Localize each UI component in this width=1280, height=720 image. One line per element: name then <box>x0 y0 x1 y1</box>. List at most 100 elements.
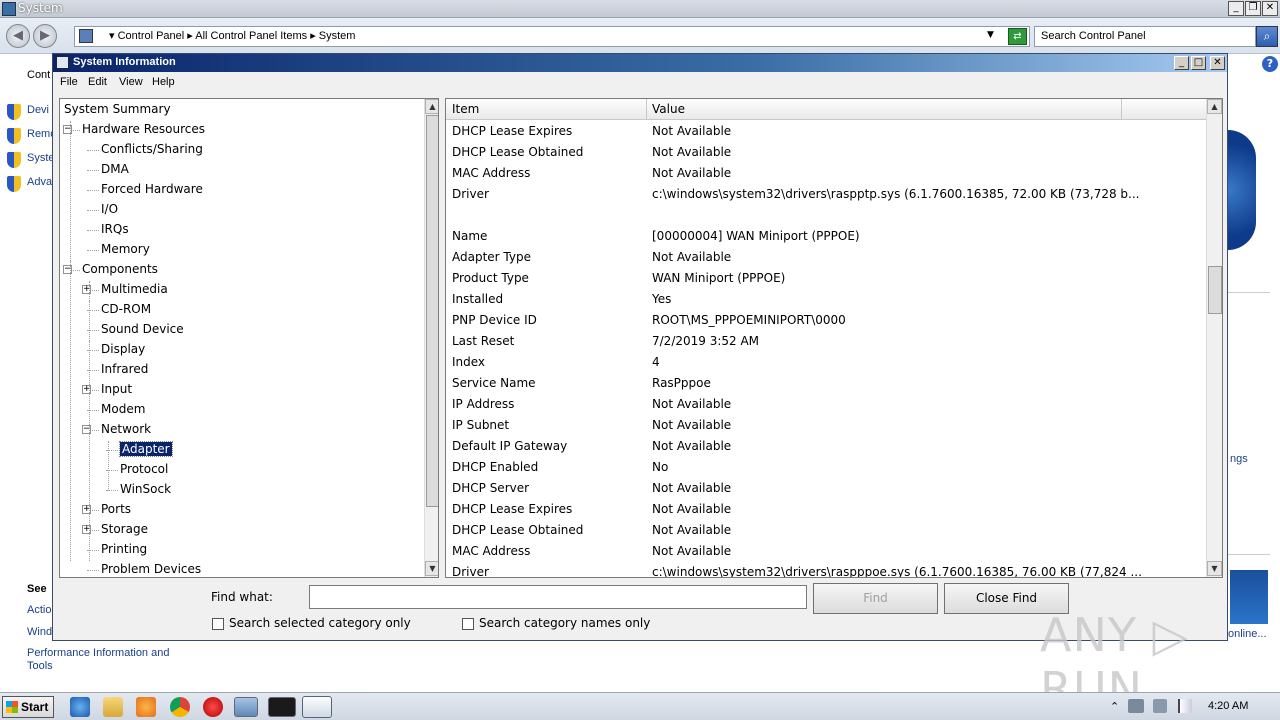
scroll-up-arrow-icon[interactable]: ▲ <box>1207 99 1222 114</box>
list-row[interactable]: MAC Address Not Available <box>452 166 731 180</box>
show-hidden-icons-icon[interactable]: ⌃ <box>1110 700 1119 713</box>
media-player-icon[interactable] <box>136 697 156 717</box>
action-center-flag-icon[interactable] <box>1178 699 1192 713</box>
tree-item-system-summary[interactable]: System Summary <box>64 102 171 116</box>
list-scroll-thumb[interactable] <box>1208 266 1222 314</box>
tree-item-network[interactable]: Network <box>101 422 151 436</box>
list-row[interactable]: Adapter Type Not Available <box>452 250 731 264</box>
list-row[interactable]: Service Name RasPppoe <box>452 376 711 390</box>
list-row[interactable]: Last Reset 7/2/2019 3:52 AM <box>452 334 759 348</box>
list-row[interactable]: PNP Device ID ROOT\MS_PPPOEMINIPORT\0000 <box>452 313 846 327</box>
list-row[interactable]: Name [00000004] WAN Miniport (PPPOE) <box>452 229 860 243</box>
tree-item-adapter[interactable]: Adapter <box>119 441 173 457</box>
change-settings-link-fragment[interactable]: ngs <box>1230 453 1248 465</box>
volume-tray-icon[interactable] <box>1153 699 1167 713</box>
search-input[interactable]: Search Control Panel <box>1034 26 1256 47</box>
performance-link[interactable]: Performance Information and Tools <box>27 647 187 673</box>
tree-item-protocol[interactable]: Protocol <box>120 462 168 476</box>
help-icon[interactable]: ? <box>1262 56 1278 72</box>
column-separator[interactable] <box>646 99 647 120</box>
msinfo-close-button[interactable]: ✕ <box>1210 56 1225 70</box>
cp-link-device[interactable]: Devi <box>27 104 49 116</box>
find-what-input[interactable] <box>309 585 807 609</box>
menu-file[interactable]: File <box>60 76 78 88</box>
taskbar-clock[interactable]: 4:20 AM <box>1208 700 1248 712</box>
breadcrumb[interactable]: ▾ Control Panel ▸ All Control Panel Item… <box>74 26 1030 47</box>
cp-link-system[interactable]: Syste <box>27 152 55 164</box>
tree-item-memory[interactable]: Memory <box>101 242 150 256</box>
network-tray-icon[interactable] <box>1128 699 1144 713</box>
tree-item-printing[interactable]: Printing <box>101 542 147 556</box>
tree-item-modem[interactable]: Modem <box>101 402 145 416</box>
tree-item-i-o[interactable]: I/O <box>101 202 118 216</box>
scroll-down-arrow-icon[interactable]: ▼ <box>1207 561 1222 576</box>
list-row[interactable]: DHCP Server Not Available <box>452 481 731 495</box>
explorer-folder-icon[interactable] <box>103 697 123 717</box>
cp-link-action[interactable]: Actio <box>27 604 51 616</box>
tree-item-winsock[interactable]: WinSock <box>120 482 171 496</box>
list-row[interactable]: IP Address Not Available <box>452 397 731 411</box>
tree-item-irqs[interactable]: IRQs <box>101 222 129 236</box>
tree-scroll-thumb[interactable] <box>426 115 438 507</box>
opera-icon[interactable] <box>203 697 223 717</box>
tree-item-display[interactable]: Display <box>101 342 145 356</box>
search-selected-category-checkbox[interactable] <box>212 618 224 630</box>
column-separator[interactable] <box>1121 99 1122 120</box>
cp-link-advanced[interactable]: Adva <box>27 176 52 188</box>
find-button[interactable]: Find <box>813 583 938 614</box>
cmd-icon[interactable] <box>268 697 296 717</box>
tree-scrollbar[interactable]: ▲ ▼ <box>424 99 438 577</box>
chrome-icon[interactable] <box>170 697 190 717</box>
menu-view[interactable]: View <box>119 76 143 88</box>
cp-home-fragment[interactable]: Cont <box>27 69 50 81</box>
list-row[interactable]: Installed Yes <box>452 292 671 306</box>
control-panel-taskbar-icon[interactable] <box>234 697 258 717</box>
list-row[interactable]: DHCP Lease Expires Not Available <box>452 124 731 138</box>
tree-item-hardware-resources[interactable]: Hardware Resources <box>82 122 205 136</box>
list-row[interactable]: Index 4 <box>452 355 660 369</box>
scroll-down-arrow-icon[interactable]: ▼ <box>425 561 438 576</box>
outer-minimize-button[interactable]: _ <box>1228 1 1244 16</box>
search-category-names-checkbox[interactable] <box>462 618 474 630</box>
list-row[interactable]: Driver c:\windows\system32\drivers\rasppt… <box>452 187 1140 201</box>
list-row[interactable]: IP Subnet Not Available <box>452 418 731 432</box>
list-row[interactable]: Product Type WAN Miniport (PPPOE) <box>452 271 785 285</box>
list-row[interactable]: MAC Address Not Available <box>452 544 731 558</box>
start-button[interactable]: Start <box>2 696 54 718</box>
list-scrollbar[interactable]: ▲ ▼ <box>1206 99 1222 577</box>
tree-item-multimedia[interactable]: Multimedia <box>101 282 168 296</box>
internet-explorer-icon[interactable] <box>70 697 90 717</box>
cp-link-windows[interactable]: Wind <box>27 626 52 638</box>
msinfo-maximize-button[interactable]: □ <box>1191 56 1206 70</box>
tree-item-input[interactable]: Input <box>101 382 132 396</box>
msinfo-minimize-button[interactable]: _ <box>1174 56 1189 70</box>
tree-item-components[interactable]: Components <box>82 262 158 276</box>
outer-maximize-button[interactable]: ❐ <box>1245 1 1261 16</box>
chevron-down-icon[interactable]: ▼ <box>987 30 994 40</box>
list-row[interactable]: DHCP Enabled No <box>452 460 668 474</box>
column-header-value[interactable]: Value <box>652 102 685 116</box>
list-row[interactable]: DHCP Lease Obtained Not Available <box>452 523 731 537</box>
details-list[interactable]: Item Value DHCP Lease Expires Not Availab… <box>445 98 1223 578</box>
refresh-icon[interactable]: ⇄ <box>1008 28 1027 45</box>
tree-item-cd-rom[interactable]: CD-ROM <box>101 302 151 316</box>
tree-item-ports[interactable]: Ports <box>101 502 131 516</box>
back-button[interactable]: ◀ <box>6 24 30 48</box>
list-row[interactable]: DHCP Lease Expires Not Available <box>452 502 731 516</box>
tree-item-forced-hardware[interactable]: Forced Hardware <box>101 182 203 196</box>
search-icon[interactable]: ⌕ <box>1256 26 1278 47</box>
system-information-taskbar-icon[interactable] <box>302 696 332 718</box>
menu-help[interactable]: Help <box>152 76 175 88</box>
tree-item-conflicts-sharing[interactable]: Conflicts/Sharing <box>101 142 203 156</box>
tree-item-storage[interactable]: Storage <box>101 522 148 536</box>
tree-item-infrared[interactable]: Infrared <box>101 362 148 376</box>
tree-item-problem-devices[interactable]: Problem Devices <box>101 562 201 576</box>
tree-item-dma[interactable]: DMA <box>101 162 129 176</box>
column-header-item[interactable]: Item <box>452 102 479 116</box>
forward-button[interactable]: ▶ <box>33 24 57 48</box>
outer-close-button[interactable]: ✕ <box>1262 1 1278 16</box>
list-row[interactable]: Default IP Gateway Not Available <box>452 439 731 453</box>
list-row[interactable]: Driver c:\windows\system32\drivers\rasppp… <box>452 565 1142 577</box>
list-row[interactable]: DHCP Lease Obtained Not Available <box>452 145 731 159</box>
category-tree[interactable]: System Summary − Hardware Resources Conflic… <box>59 98 439 578</box>
